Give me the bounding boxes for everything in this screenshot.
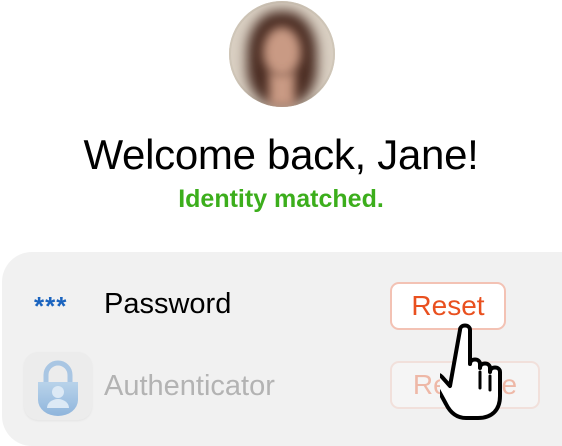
avatar bbox=[229, 1, 335, 107]
authenticator-label: Authenticator bbox=[104, 370, 275, 402]
password-dots-icon: *** bbox=[34, 291, 68, 321]
hand-pointer-icon bbox=[431, 322, 530, 422]
welcome-title: Welcome back, Jane! bbox=[83, 131, 479, 178]
authenticator-app-icon bbox=[24, 352, 92, 420]
password-label: Password bbox=[104, 288, 232, 320]
avatar-face bbox=[263, 27, 301, 77]
identity-status: Identity matched. bbox=[178, 185, 384, 213]
avatar-neck bbox=[269, 73, 295, 107]
